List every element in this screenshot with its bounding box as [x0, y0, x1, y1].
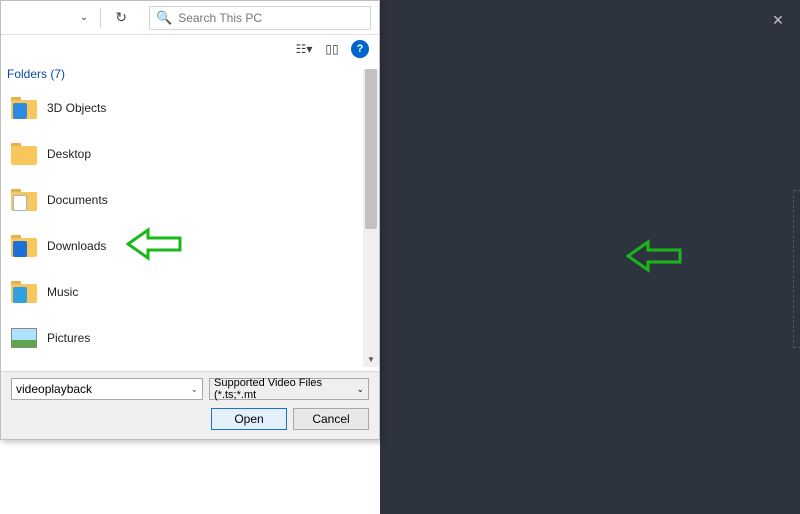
folder-music[interactable]: Music — [1, 269, 379, 315]
folder-downloads[interactable]: Downloads — [1, 223, 379, 269]
folder-icon — [11, 97, 37, 119]
folder-label: Downloads — [47, 239, 106, 253]
scroll-down-icon[interactable]: ▼ — [363, 355, 379, 369]
refresh-icon[interactable]: ↻ — [109, 9, 133, 26]
open-button[interactable]: Open — [211, 408, 287, 430]
scrollbar[interactable]: ▲ ▼ — [363, 69, 379, 367]
dialog-toolbar: ☷▾ ▯▯ ? — [1, 35, 379, 63]
folder-pictures[interactable]: Pictures — [1, 315, 379, 361]
section-header-folders: Folders (7) — [1, 63, 379, 85]
close-icon[interactable]: × — [766, 8, 790, 32]
scroll-thumb[interactable] — [365, 69, 377, 229]
folder-3d-objects[interactable]: 3D Objects — [1, 85, 379, 131]
chevron-down-icon[interactable]: ⌄ — [76, 8, 92, 27]
folder-icon — [11, 143, 37, 165]
file-open-dialog: ⌄ ↻ 🔍 ☷▾ ▯▯ ? Folders (7) 3D Objects Des… — [0, 0, 380, 440]
drop-zone[interactable]: + Video to GIF Add a video to GIF Maker — [793, 190, 800, 348]
dialog-footer: ⌄ Supported Video Files (*.ts;*.mt ⌄ Ope… — [1, 371, 379, 439]
filter-label: Supported Video Files (*.ts;*.mt — [214, 377, 356, 401]
preview-pane-icon[interactable]: ▯▯ — [323, 40, 341, 58]
file-list: Folders (7) 3D Objects Desktop Documents… — [1, 63, 379, 373]
folder-icon — [11, 189, 37, 211]
chevron-down-icon: ⌄ — [356, 384, 364, 395]
search-icon: 🔍 — [156, 10, 172, 26]
file-type-filter[interactable]: Supported Video Files (*.ts;*.mt ⌄ — [209, 378, 369, 400]
help-icon[interactable]: ? — [351, 40, 369, 58]
view-options-icon[interactable]: ☷▾ — [295, 40, 313, 58]
dialog-address-bar: ⌄ ↻ 🔍 — [1, 1, 379, 35]
folder-label: Desktop — [47, 147, 91, 161]
folder-desktop[interactable]: Desktop — [1, 131, 379, 177]
folder-icon — [11, 281, 37, 303]
folder-label: Music — [47, 285, 78, 299]
folder-label: 3D Objects — [47, 101, 106, 115]
chevron-down-icon[interactable]: ⌄ — [186, 384, 198, 395]
filename-input[interactable] — [16, 382, 186, 396]
gif-maker-app: × + Video to GIF Add a video to GIF Make… — [380, 0, 800, 514]
filename-field[interactable]: ⌄ — [11, 378, 203, 400]
search-input[interactable] — [178, 11, 364, 25]
folder-icon — [11, 235, 37, 257]
cancel-button[interactable]: Cancel — [293, 408, 369, 430]
folder-label: Documents — [47, 193, 108, 207]
folder-documents[interactable]: Documents — [1, 177, 379, 223]
folder-label: Pictures — [47, 331, 90, 345]
pictures-icon — [11, 328, 37, 348]
search-box[interactable]: 🔍 — [149, 6, 371, 30]
